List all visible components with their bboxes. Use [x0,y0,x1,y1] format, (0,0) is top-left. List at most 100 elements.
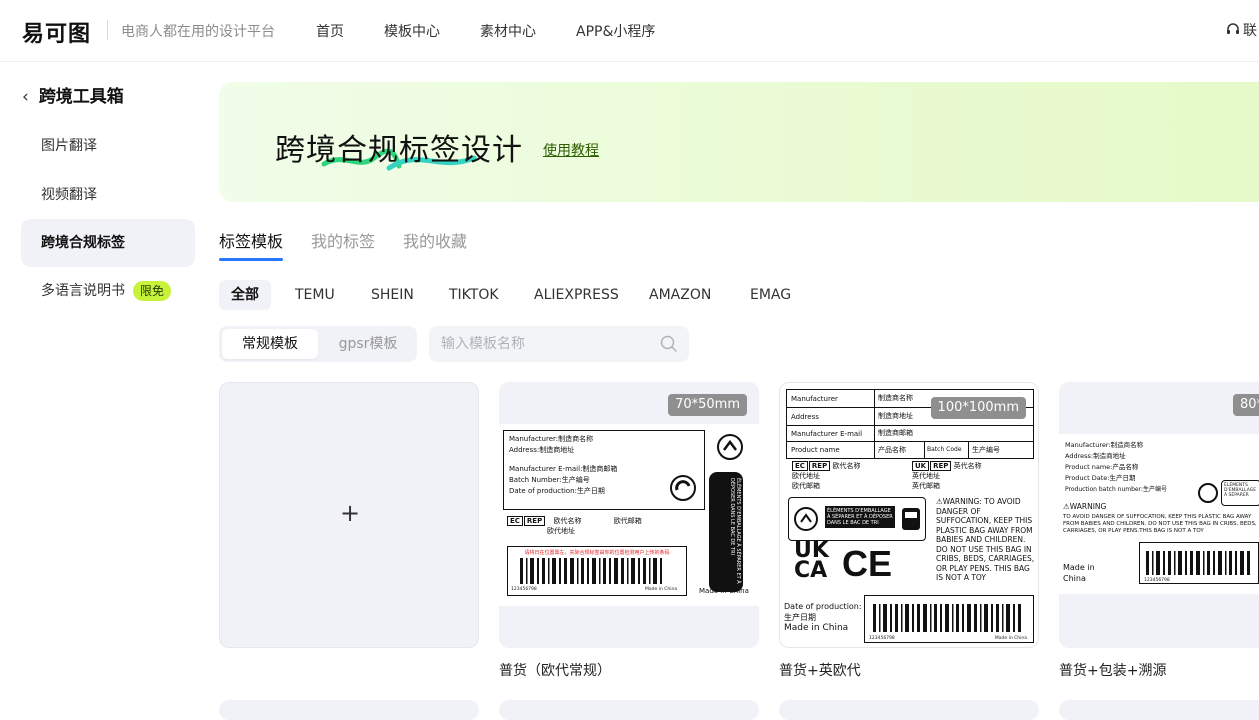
eu-name: 欧代名称 [832,462,861,470]
ce-mark: CE [842,543,893,584]
filter-shein[interactable]: SHEIN [359,280,426,310]
triman-icon [717,434,743,460]
template-card[interactable]: 70*50mm Manufacturer:制造商名称 Address:制造商地址… [499,382,759,648]
label-line: Manufacturer:制造商名称 [1065,441,1144,449]
eu-rep-block: EC REP 欧代名称 欧代地址 欧代邮箱 [792,461,860,491]
table-cell: Product name [787,442,875,458]
recycle-green-dot-icon [670,475,696,501]
back-to-toolbox[interactable]: ‹ 跨境工具箱 [22,82,124,107]
sidebar-item-label: 图片翻译 [41,138,97,154]
barcode-number: 123456798 [1144,578,1170,583]
table-cell: Manufacturer E-mail [787,426,875,441]
search-input[interactable] [429,326,689,362]
uk-mail: 英代邮箱 [912,482,940,490]
nav-material-center[interactable]: 素材中心 [480,21,536,41]
eu-name: 欧代名称 [553,517,582,525]
card-title[interactable]: 普货+包装+溯源 [1059,660,1166,680]
label-line: Address:制造商地址 [1065,452,1126,460]
label-line: Manufacturer:制造商名称 [509,435,594,443]
sidebar-item-manual[interactable]: 多语言说明书 限免 [21,267,195,315]
filter-aliexpress[interactable]: ALIEXPRESS [522,280,631,310]
tab-my-favorites[interactable]: 我的收藏 [403,228,467,252]
plus-icon: + [340,499,361,527]
info-lines: Manufacturer:制造商名称 Address:制造商地址 Product… [1065,440,1167,495]
tab-my-labels[interactable]: 我的标签 [311,228,375,252]
made-in-china: Made in China [784,623,849,633]
table-cell: 制造商名称 [878,394,913,402]
nav-app[interactable]: APP&小程序 [576,21,655,41]
triman-text: ÉLÉMENTS D'EMBALLAGE À SÉPARER ET À DÉPO… [709,472,743,592]
nav-home[interactable]: 首页 [316,21,344,41]
eu-mail: 欧代邮箱 [792,482,820,490]
slogan: 电商人都在用的设计平台 [121,24,275,40]
table-cell: Batch Code [925,442,969,458]
template-card[interactable] [779,700,1039,720]
made-in-china: Made in China [1063,563,1095,583]
label-preview: Manufacturer:制造商名称 Address:制造商地址 Manufac… [499,424,759,606]
size-tag: 80* [1233,394,1259,416]
made-in-china: Made in China [699,587,749,595]
hero-banner: 跨境合规标签设计 使用教程 [219,82,1259,202]
bin-icon [902,508,920,530]
rep-mark: REP [930,461,952,471]
search-icon[interactable] [660,335,678,353]
toggle-gpsr[interactable]: gpsr模板 [321,329,415,359]
uk-addr: 英代地址 [912,472,940,480]
table-cell: 产品名称 [875,442,925,458]
sidebar-item-label: 视频翻译 [41,187,97,203]
card-title[interactable]: 普货+英欧代 [779,660,861,680]
divider [107,20,108,40]
logo[interactable]: 易可图 [22,16,91,48]
uk-name: 英代名称 [953,462,982,470]
headset-icon [1227,23,1239,34]
eu-addr: 欧代地址 [547,527,575,535]
contact-link[interactable]: 联 [1226,20,1257,40]
sidebar-item-video-translate[interactable]: 视频翻译 [21,171,195,219]
warning-text: WARNING: TO AVOID DANGER OF SUFFOCATION,… [936,497,1035,582]
warning-head-text: WARNING [1069,502,1107,511]
create-label-card[interactable]: + [219,382,479,648]
warning-icon: ⚠ [936,497,943,506]
size-tag: 70*50mm [668,394,747,416]
filter-tiktok[interactable]: TIKTOK [437,280,511,310]
template-card[interactable]: Manufacturer 制造商名称 Address 制造商地址 Manufactu… [779,382,1039,648]
size-tag: 100*100mm [930,397,1026,419]
label-line: Product name:产品名称 [1065,463,1139,471]
date-label: Date of production: [784,602,862,611]
tutorial-link[interactable]: 使用教程 [543,140,599,160]
nav-template-center[interactable]: 模板中心 [384,21,440,41]
filter-all[interactable]: 全部 [219,280,271,310]
free-badge: 限免 [133,281,172,301]
toggle-regular[interactable]: 常规模板 [222,329,318,359]
filter-emag[interactable]: EMAG [738,280,803,310]
template-type-toggle: 常规模板 gpsr模板 [219,326,417,362]
suffocation-warning: ⚠WARNING: TO AVOID DANGER OF SUFFOCATION… [936,497,1036,583]
template-card[interactable]: 80* Manufacturer:制造商名称 Address:制造商地址 Pro… [1059,382,1259,648]
triman-icon [794,507,818,531]
top-header: 易可图 电商人都在用的设计平台 首页 模板中心 素材中心 APP&小程序 联 [0,0,1259,62]
table-row: Manufacturer E-mail 制造商邮箱 [787,426,1033,442]
warning-head: ⚠WARNING [1063,502,1106,511]
label-line: Product Date:生产日期 [1065,474,1136,482]
sidebar-item-image-translate[interactable]: 图片翻译 [21,122,195,170]
template-card[interactable] [1059,700,1259,720]
sidebar-item-compliance-label[interactable]: 跨境合规标签 [21,219,195,267]
eu-mail: 欧代邮箱 [613,517,642,525]
banner-title: 跨境合规标签设计 [275,133,523,168]
warning-icon: ⚠ [1063,502,1070,511]
rep-mark: REP [523,516,546,526]
ec-mark: EC [507,516,523,526]
label-line: Production batch number:生产编号 [1065,486,1168,493]
tab-label-templates[interactable]: 标签模板 [219,228,283,252]
filter-temu[interactable]: TEMU [283,280,347,310]
filter-amazon[interactable]: AMAZON [637,280,723,310]
barcode-box: 123456798 Made in China [864,595,1034,643]
template-card[interactable] [499,700,759,720]
warning-strip: 请将日在位置靠左，实际合规标签由你的位置检测用户上传的条码 [524,550,670,556]
label-preview: Manufacturer:制造商名称 Address:制造商地址 Product… [1059,434,1259,594]
card-title[interactable]: 普货（欧代常规） [499,660,611,680]
triman-icon [1198,483,1218,503]
triman-box: ÉLÉMENTS D'EMBALLAGE À SÉPARER ET À DÉPO… [788,497,926,541]
template-card[interactable] [219,700,479,720]
uk-mark: UK [912,461,930,471]
